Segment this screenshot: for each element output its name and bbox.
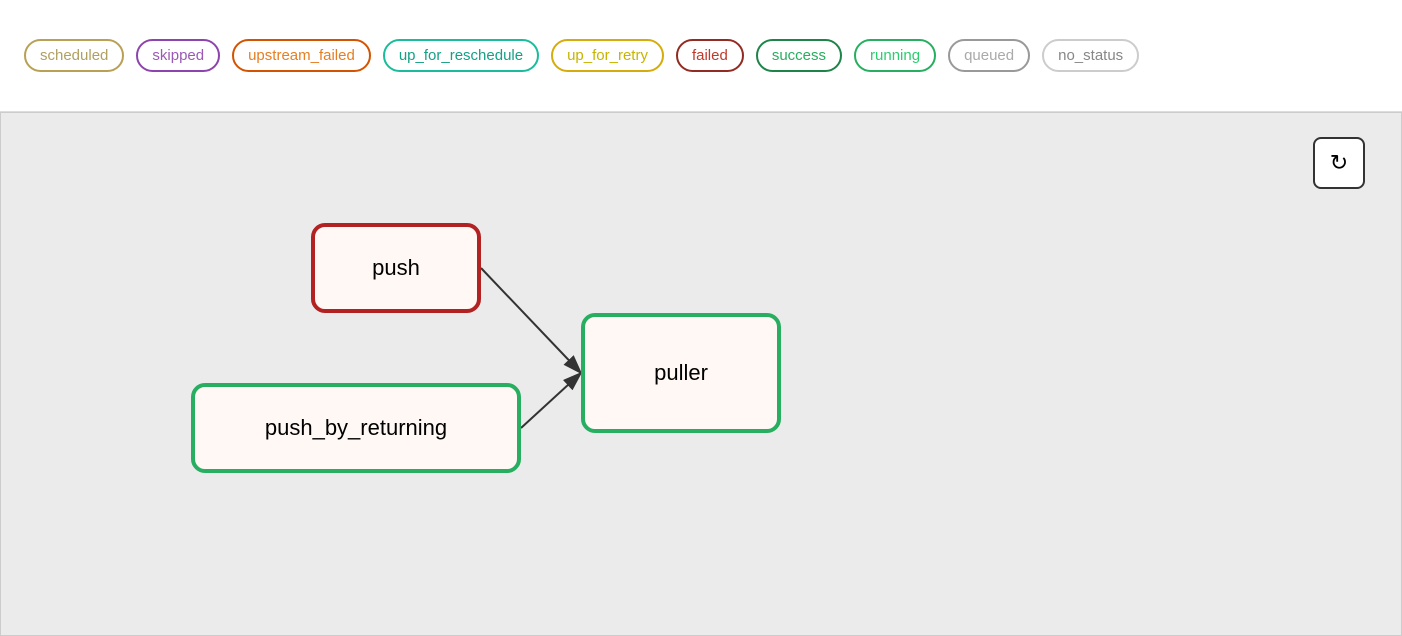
legend-badge-success[interactable]: success	[756, 39, 842, 72]
legend-badge-failed[interactable]: failed	[676, 39, 744, 72]
legend-badge-up_for_retry[interactable]: up_for_retry	[551, 39, 664, 72]
legend-badge-running[interactable]: running	[854, 39, 936, 72]
legend-bar: scheduled skipped upstream_failed up_for_re…	[0, 0, 1402, 112]
legend-badge-up_for_reschedule[interactable]: up_for_reschedule	[383, 39, 539, 72]
legend-badge-upstream_failed[interactable]: upstream_failed	[232, 39, 371, 72]
task-node-push[interactable]: push	[311, 223, 481, 313]
legend-badge-scheduled[interactable]: scheduled	[24, 39, 124, 72]
legend-badge-queued[interactable]: queued	[948, 39, 1030, 72]
dag-canvas: ↻ push push_by_returning puller	[0, 112, 1402, 636]
legend-badge-no_status[interactable]: no_status	[1042, 39, 1139, 72]
arrow-push_by_returning-to-puller	[521, 373, 581, 428]
refresh-button[interactable]: ↻	[1313, 137, 1365, 189]
arrow-push-to-puller	[481, 268, 581, 373]
task-node-push_by_returning[interactable]: push_by_returning	[191, 383, 521, 473]
task-node-puller[interactable]: puller	[581, 313, 781, 433]
legend-badge-skipped[interactable]: skipped	[136, 39, 220, 72]
